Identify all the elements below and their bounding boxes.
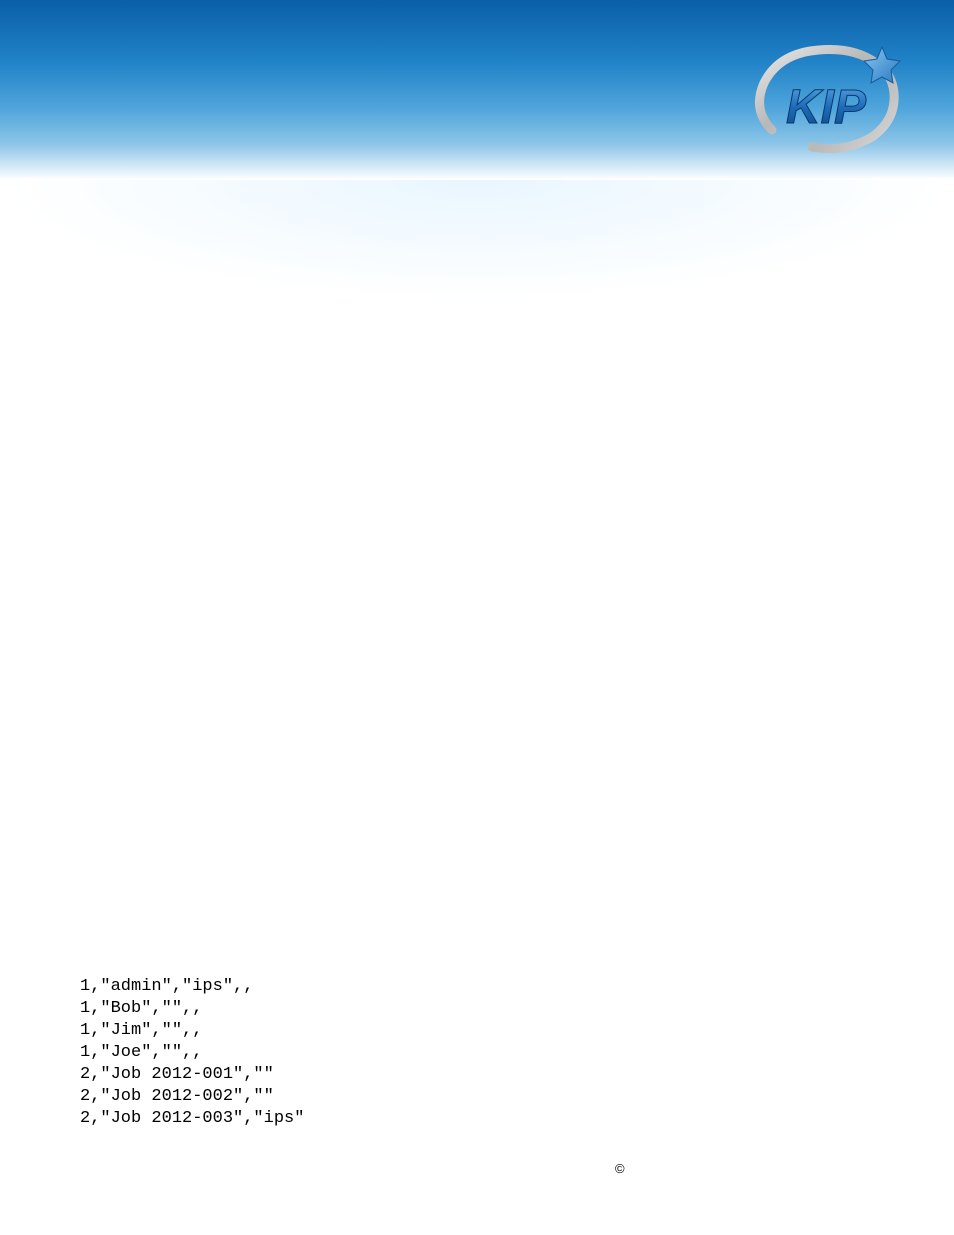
brand-logo: KIP (744, 35, 904, 165)
data-line: 2,"Job 2012-002","" (80, 1086, 304, 1108)
header-band: KIP (0, 0, 954, 180)
data-line: 1,"Jim","",, (80, 1020, 304, 1042)
data-line: 2,"Job 2012-001","" (80, 1064, 304, 1086)
kip-logo-icon: KIP (744, 35, 904, 165)
data-line: 1,"Joe","",, (80, 1042, 304, 1064)
header-glow (0, 180, 954, 300)
csv-data-block: 1,"admin","ips",, 1,"Bob","",, 1,"Jim","… (80, 976, 304, 1130)
data-line: 2,"Job 2012-003","ips" (80, 1108, 304, 1130)
data-line: 1,"admin","ips",, (80, 976, 304, 998)
data-line: 1,"Bob","",, (80, 998, 304, 1020)
svg-text:KIP: KIP (786, 81, 867, 134)
copyright-symbol: © (615, 1161, 625, 1176)
